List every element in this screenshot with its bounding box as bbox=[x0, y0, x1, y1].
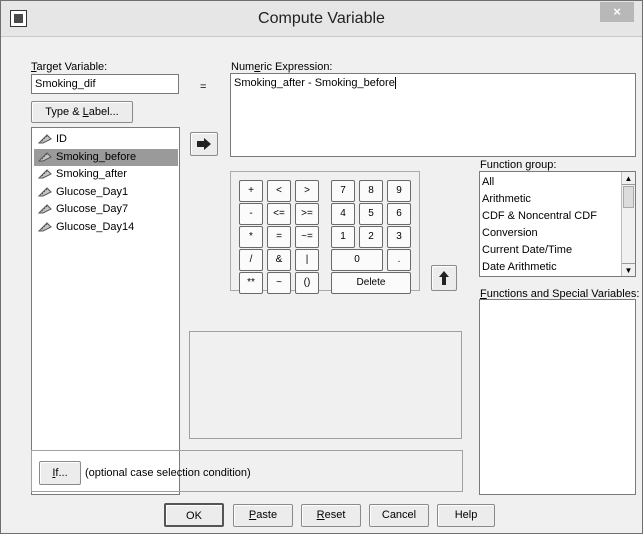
function-group-label: Function group: bbox=[480, 159, 557, 171]
equals-sign: = bbox=[200, 81, 207, 93]
function-group-item[interactable]: All bbox=[482, 176, 494, 188]
keypad-button[interactable]: 4 bbox=[331, 203, 355, 225]
variable-item[interactable]: Glucose_Day7 bbox=[34, 201, 178, 218]
scale-variable-icon bbox=[38, 186, 52, 196]
keypad-button[interactable]: + bbox=[239, 180, 263, 202]
function-group-list[interactable]: All Arithmetic CDF & Noncentral CDF Convers… bbox=[479, 171, 636, 277]
scale-variable-icon bbox=[38, 221, 52, 231]
scale-variable-icon bbox=[38, 169, 52, 179]
if-button[interactable]: If... bbox=[39, 461, 81, 485]
keypad-button[interactable]: < bbox=[267, 180, 291, 202]
close-button[interactable]: × bbox=[600, 2, 634, 22]
numeric-expression-text: Smoking_after - Smoking_before bbox=[234, 77, 395, 89]
scroll-up-icon[interactable]: ▲ bbox=[622, 172, 635, 185]
target-variable-input[interactable]: Smoking_dif bbox=[31, 74, 179, 94]
scroll-down-icon[interactable]: ▼ bbox=[622, 263, 635, 276]
function-group-item[interactable]: Arithmetic bbox=[482, 193, 531, 205]
keypad-button[interactable]: 0 bbox=[331, 249, 383, 271]
variable-label: ID bbox=[56, 133, 67, 145]
keypad-button[interactable]: 3 bbox=[387, 226, 411, 248]
move-to-expression-button[interactable] bbox=[190, 132, 218, 156]
variable-item[interactable]: Smoking_before bbox=[34, 148, 178, 166]
variable-item[interactable]: Glucose_Day14 bbox=[34, 219, 178, 236]
keypad-button[interactable]: 6 bbox=[387, 203, 411, 225]
keypad-button[interactable]: = bbox=[267, 226, 291, 248]
keypad-button[interactable]: <= bbox=[267, 203, 291, 225]
variable-label: Smoking_before bbox=[56, 150, 137, 163]
target-variable-label: Target Variable: bbox=[31, 61, 108, 73]
keypad-button[interactable]: ~ bbox=[267, 272, 291, 294]
compute-variable-dialog: Compute Variable × Target Variable: Smok… bbox=[0, 0, 643, 534]
if-caption: (optional case selection condition) bbox=[85, 467, 251, 479]
scroll-thumb[interactable] bbox=[623, 186, 634, 208]
variable-label: Glucose_Day1 bbox=[56, 185, 129, 198]
window-title: Compute Variable bbox=[258, 10, 385, 27]
cancel-button[interactable]: Cancel bbox=[369, 504, 429, 527]
function-group-item[interactable]: Date Arithmetic bbox=[482, 261, 557, 273]
keypad-button[interactable]: 8 bbox=[359, 180, 383, 202]
keypad-button[interactable]: - bbox=[239, 203, 263, 225]
function-group-item[interactable]: Conversion bbox=[482, 227, 538, 239]
keypad-button[interactable]: 7 bbox=[331, 180, 355, 202]
arrow-up-icon bbox=[439, 271, 449, 285]
keypad-button[interactable]: ** bbox=[239, 272, 263, 294]
paste-button[interactable]: Paste bbox=[233, 504, 293, 527]
function-description-area bbox=[189, 331, 462, 439]
variable-label: Glucose_Day7 bbox=[56, 203, 129, 215]
variable-item[interactable]: ID bbox=[34, 131, 178, 148]
calculator-keypad: + < >7 8 9 - <= >= 4 5 6 * = ~= 1 2 3 /& | 0. ** ~() Delete bbox=[230, 171, 420, 294]
help-button[interactable]: Help bbox=[437, 504, 495, 527]
type-label-button[interactable]: Type & Label... bbox=[31, 101, 133, 123]
keypad-button[interactable]: Delete bbox=[331, 272, 411, 294]
variable-item[interactable]: Glucose_Day1 bbox=[34, 184, 178, 201]
move-function-up-button[interactable] bbox=[431, 265, 457, 291]
functions-list[interactable] bbox=[479, 299, 636, 495]
keypad-button[interactable]: . bbox=[387, 249, 411, 271]
scale-variable-icon bbox=[38, 134, 52, 144]
keypad-button[interactable]: | bbox=[295, 249, 319, 271]
title-bar: Compute Variable × bbox=[1, 1, 642, 37]
variable-label: Smoking_after bbox=[56, 168, 127, 180]
keypad-button[interactable]: 1 bbox=[331, 226, 355, 248]
variable-list[interactable]: ID Smoking_before Smoking_after Glucose_Day… bbox=[31, 127, 180, 495]
ok-button[interactable]: OK bbox=[164, 503, 224, 527]
variable-label: Glucose_Day14 bbox=[56, 220, 135, 233]
reset-button[interactable]: Reset bbox=[301, 504, 361, 527]
variable-item[interactable]: Smoking_after bbox=[34, 166, 178, 183]
keypad-button[interactable]: () bbox=[295, 272, 319, 294]
function-group-scrollbar[interactable]: ▲ ▼ bbox=[621, 172, 635, 276]
keypad-button[interactable]: 2 bbox=[359, 226, 383, 248]
keypad-button[interactable]: / bbox=[239, 249, 263, 271]
numeric-expression-input[interactable]: Smoking_after - Smoking_before bbox=[230, 73, 636, 157]
keypad-button[interactable]: * bbox=[239, 226, 263, 248]
arrow-right-icon bbox=[197, 138, 211, 150]
scale-variable-icon bbox=[38, 151, 52, 161]
keypad-button[interactable]: 9 bbox=[387, 180, 411, 202]
function-group-item[interactable]: Current Date/Time bbox=[482, 244, 572, 256]
keypad-button[interactable]: 5 bbox=[359, 203, 383, 225]
scale-variable-icon bbox=[38, 204, 52, 214]
function-group-item[interactable]: CDF & Noncentral CDF bbox=[482, 210, 597, 222]
keypad-button[interactable]: > bbox=[295, 180, 319, 202]
keypad-button[interactable]: & bbox=[267, 249, 291, 271]
keypad-button[interactable]: ~= bbox=[295, 226, 319, 248]
keypad-button[interactable]: >= bbox=[295, 203, 319, 225]
numeric-expression-label: Numeric Expression: bbox=[231, 61, 333, 73]
